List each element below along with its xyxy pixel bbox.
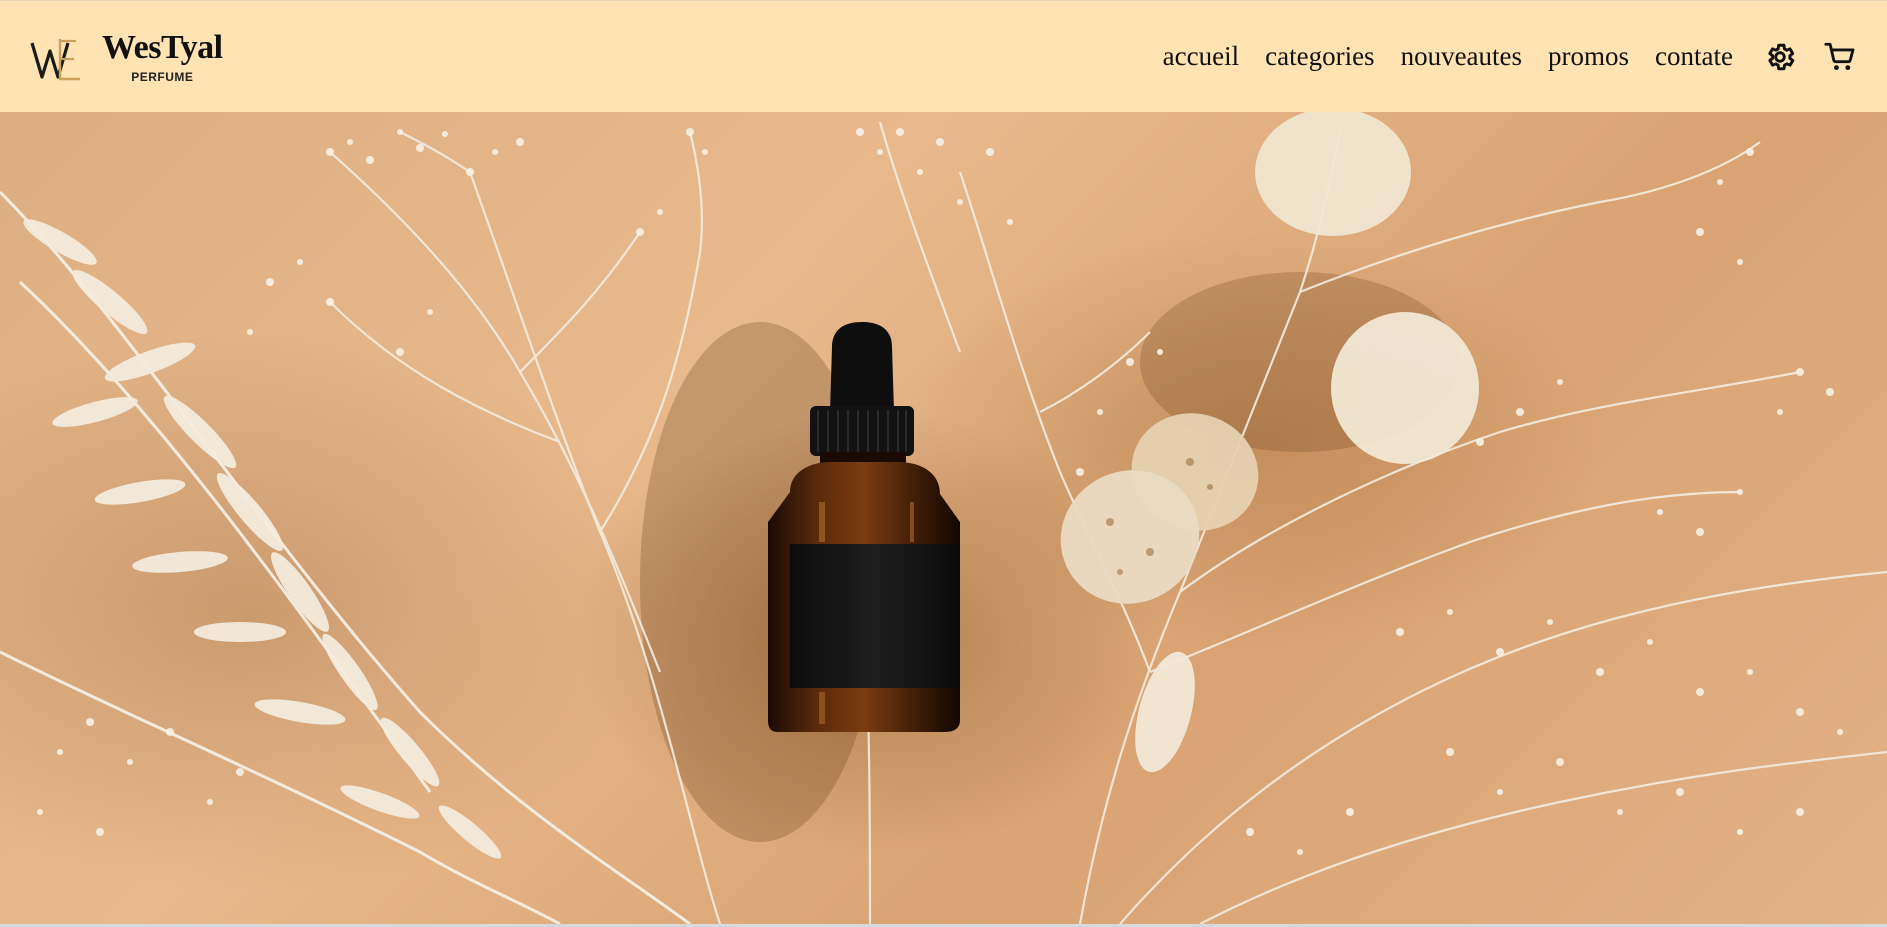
brand-subtitle: PERFUME <box>131 69 194 84</box>
main-nav: accueil categories nouveautes promos con… <box>1137 1 1857 112</box>
nav-link-categories[interactable]: categories <box>1265 41 1374 72</box>
site-header: WesTyal PERFUME accueil categories nouve… <box>0 0 1887 112</box>
hero-image <box>0 112 1887 924</box>
wy-monogram-icon <box>30 29 84 85</box>
brand-logo[interactable]: WesTyal PERFUME <box>30 29 223 85</box>
cart-icon[interactable] <box>1823 40 1857 74</box>
nav-link-nouveautes[interactable]: nouveautes <box>1401 41 1522 72</box>
hero-illustration <box>0 112 1887 924</box>
nav-link-accueil[interactable]: accueil <box>1163 41 1239 72</box>
nav-link-contate[interactable]: contate <box>1655 41 1733 72</box>
gear-icon[interactable] <box>1763 40 1797 74</box>
brand-name: WesTyal <box>102 28 223 66</box>
nav-link-promos[interactable]: promos <box>1548 41 1629 72</box>
